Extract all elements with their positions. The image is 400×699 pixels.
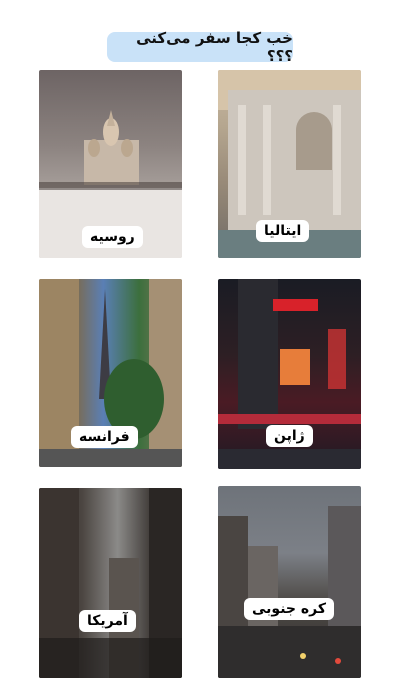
question-title: خب کجا سفر می‌کنی ؟؟؟ bbox=[107, 29, 293, 65]
destination-card-france[interactable]: فرانسه bbox=[39, 279, 182, 467]
destination-card-italy[interactable]: ایتالیا bbox=[218, 70, 361, 258]
destination-label-korea: کره جنوبی bbox=[244, 598, 334, 620]
destination-card-usa[interactable]: آمریکا bbox=[39, 488, 182, 678]
destination-label-italy: ایتالیا bbox=[256, 220, 310, 242]
destination-label-france: فرانسه bbox=[71, 426, 138, 448]
destination-card-korea[interactable]: کره جنوبی bbox=[218, 486, 361, 678]
question-title-text: خب کجا سفر می‌کنی ؟؟؟ bbox=[136, 29, 293, 65]
usa-photo-icon bbox=[39, 488, 182, 678]
destination-card-japan[interactable]: ژاپن bbox=[218, 279, 361, 469]
korea-photo-icon bbox=[218, 506, 361, 678]
destination-label-usa: آمریکا bbox=[79, 610, 136, 632]
destination-card-russia[interactable]: روسیه bbox=[39, 70, 182, 258]
destination-label-russia: روسیه bbox=[82, 226, 143, 248]
destination-label-japan: ژاپن bbox=[266, 425, 313, 447]
